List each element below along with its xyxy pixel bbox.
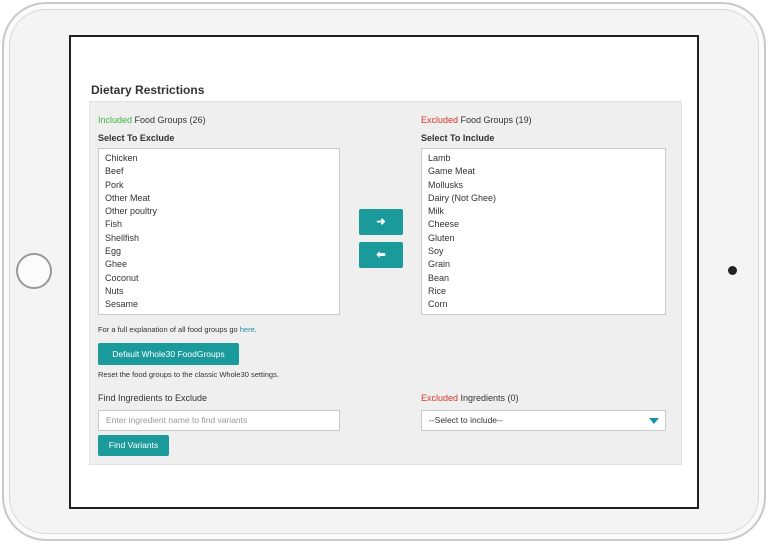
list-item[interactable]: Bean (428, 272, 659, 285)
list-item[interactable]: Soy (428, 245, 659, 258)
move-to-excluded-button[interactable]: ➜ (359, 209, 403, 235)
camera-dot (728, 266, 737, 275)
food-groups-explanation: For a full explanation of all food group… (98, 325, 257, 334)
list-item[interactable]: Beef (105, 165, 333, 178)
screen: Dietary Restrictions Included Food Group… (69, 35, 699, 509)
list-item[interactable]: Fish (105, 218, 333, 231)
list-item[interactable]: Coconut (105, 272, 333, 285)
excluded-count: Food Groups (19) (458, 115, 532, 125)
excluded-ingredients-select[interactable]: --Select to include-- (421, 410, 666, 431)
list-item[interactable]: Chicken (105, 152, 333, 165)
excluded-ingredients-count: Ingredients (0) (458, 393, 519, 403)
list-item[interactable]: Pork (105, 179, 333, 192)
chevron-down-icon (649, 418, 659, 424)
list-item[interactable]: Ghee (105, 258, 333, 271)
default-whole30-button[interactable]: Default Whole30 FoodGroups (98, 343, 239, 365)
reset-note: Reset the food groups to the classic Who… (98, 370, 279, 379)
list-item[interactable]: Game Meat (428, 165, 659, 178)
excluded-food-groups-list[interactable]: Lamb Game Meat Mollusks Dairy (Not Ghee)… (421, 148, 666, 315)
list-item[interactable]: Dairy (Not Ghee) (428, 192, 659, 205)
ingredient-search-input[interactable]: Enter ingredient name to find variants (98, 410, 340, 431)
list-item[interactable]: Gluten (428, 232, 659, 245)
select-to-include-label: Select To Include (421, 133, 495, 143)
list-item[interactable]: Grain (428, 258, 659, 271)
home-button[interactable] (16, 253, 52, 289)
included-groups-label: Included Food Groups (26) (98, 115, 206, 125)
explanation-suffix: . (254, 325, 257, 334)
list-item[interactable]: Corn (428, 298, 659, 311)
arrow-right-icon: ➜ (376, 216, 386, 228)
select-to-exclude-label: Select To Exclude (98, 133, 175, 143)
list-item[interactable]: Shellfish (105, 232, 333, 245)
list-item[interactable]: Other Meat (105, 192, 333, 205)
explanation-text: For a full explanation of all food group… (98, 325, 240, 334)
list-item[interactable]: Cheese (428, 218, 659, 231)
arrow-left-icon: ⬅ (376, 249, 386, 261)
list-item[interactable]: Lamb (428, 152, 659, 165)
move-to-included-button[interactable]: ⬅ (359, 242, 403, 268)
included-word: Included (98, 115, 133, 125)
included-count: Food Groups (26) (132, 115, 206, 125)
find-ingredients-label: Find Ingredients to Exclude (98, 393, 208, 403)
excluded-groups-label: Excluded Food Groups (19) (421, 115, 532, 125)
list-item[interactable]: Rice (428, 285, 659, 298)
list-item[interactable]: Milk (428, 205, 659, 218)
list-item[interactable]: Egg (105, 245, 333, 258)
explanation-link[interactable]: here (240, 325, 255, 334)
dietary-panel: Included Food Groups (26) Select To Excl… (89, 101, 682, 465)
list-item[interactable]: Sesame (105, 298, 333, 311)
find-variants-button[interactable]: Find Variants (98, 435, 169, 456)
list-item[interactable]: Mollusks (428, 179, 659, 192)
list-item[interactable]: Nuts (105, 285, 333, 298)
select-value: --Select to include-- (429, 415, 503, 425)
included-food-groups-list[interactable]: Chicken Beef Pork Other Meat Other poult… (98, 148, 340, 315)
excluded-word: Excluded (421, 115, 459, 125)
page-title: Dietary Restrictions (91, 83, 205, 97)
excluded-ingredients-word: Excluded (421, 393, 459, 403)
excluded-ingredients-label: Excluded Ingredients (0) (421, 393, 519, 403)
list-item[interactable]: Other poultry (105, 205, 333, 218)
